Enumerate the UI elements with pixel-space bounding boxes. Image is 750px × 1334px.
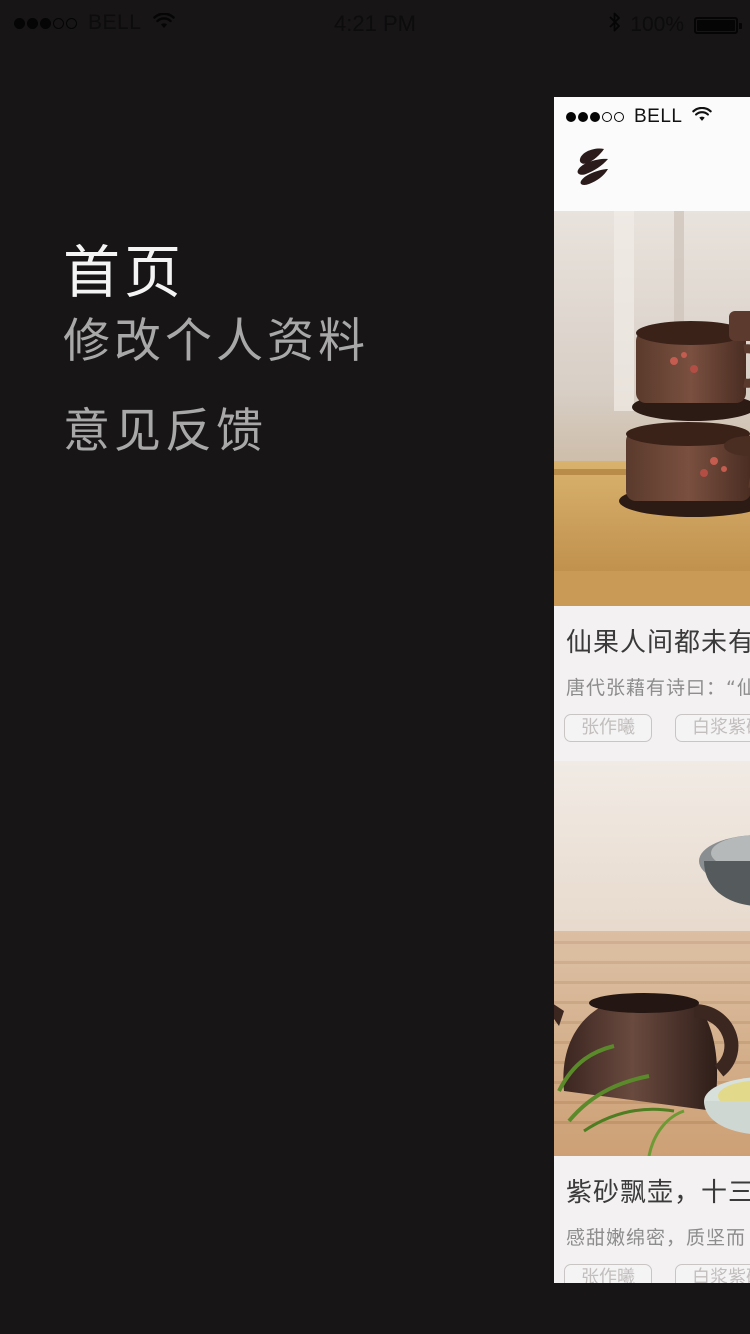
bluetooth-icon — [608, 11, 622, 39]
battery-percentage: 100% — [630, 13, 684, 36]
article-image-teacups[interactable] — [554, 211, 750, 606]
panel-nav-bar — [554, 137, 750, 211]
article-excerpt: 感甜嫩绵密，质坚而 — [566, 1227, 747, 1249]
article-tag-author[interactable]: 张作曦 — [564, 1264, 652, 1283]
article-title[interactable]: 紫砂飘壶，十三 — [566, 1172, 750, 1209]
status-bar-right: 100% — [608, 11, 742, 39]
article-excerpt: 唐代张藉有诗曰：“仙 — [566, 677, 750, 699]
article-card[interactable]: 仙果人间都未有 唐代张藉有诗曰：“仙 张作曦 白浆紫砂 — [554, 211, 750, 761]
menu-item-feedback[interactable]: 意见反馈 — [63, 404, 369, 460]
signal-dot — [602, 112, 612, 122]
article-image-pitcher[interactable] — [554, 761, 750, 1157]
status-bar: BELL 4:21 PM 100% — [0, 0, 750, 46]
battery-fill — [697, 19, 735, 31]
article-tag-author[interactable]: 张作曦 — [564, 714, 652, 742]
battery-icon — [694, 16, 742, 34]
article-title[interactable]: 仙果人间都未有 — [566, 622, 750, 659]
panel-status-left: BELL — [566, 106, 713, 128]
side-menu: 首页 修改个人资料 意见反馈 — [63, 240, 369, 494]
menu-item-edit-profile[interactable]: 修改个人资料 — [63, 314, 369, 370]
main-content-panel[interactable]: BELL 仙果人间都未有 唐代张藉有诗曰：“仙 张作曦 白浆紫 紫砂飘壶，十三 … — [554, 97, 750, 1283]
screen: BELL 4:21 PM 100% 首页 修改个人资料 意见反馈 BELL 仙果… — [0, 0, 750, 1334]
signal-dot — [614, 112, 624, 122]
battery-cap — [739, 22, 742, 29]
signal-dot — [578, 112, 588, 122]
article-tag-material[interactable]: 白浆紫砂 — [675, 1264, 750, 1283]
article-card[interactable]: 紫砂飘壶，十三 感甜嫩绵密，质坚而 张作曦 白浆紫砂 — [554, 761, 750, 1283]
panel-wifi-icon — [692, 106, 713, 128]
signal-dot — [590, 112, 600, 122]
panel-signal-strength-icon — [566, 112, 626, 122]
article-tag-material[interactable]: 白浆紫砂 — [675, 714, 750, 742]
tea-leaf-logo-icon[interactable] — [574, 145, 612, 193]
panel-status-bar: BELL — [554, 97, 750, 137]
signal-dot — [566, 112, 576, 122]
panel-carrier-name: BELL — [634, 106, 683, 127]
menu-item-home[interactable]: 首页 — [63, 240, 369, 306]
